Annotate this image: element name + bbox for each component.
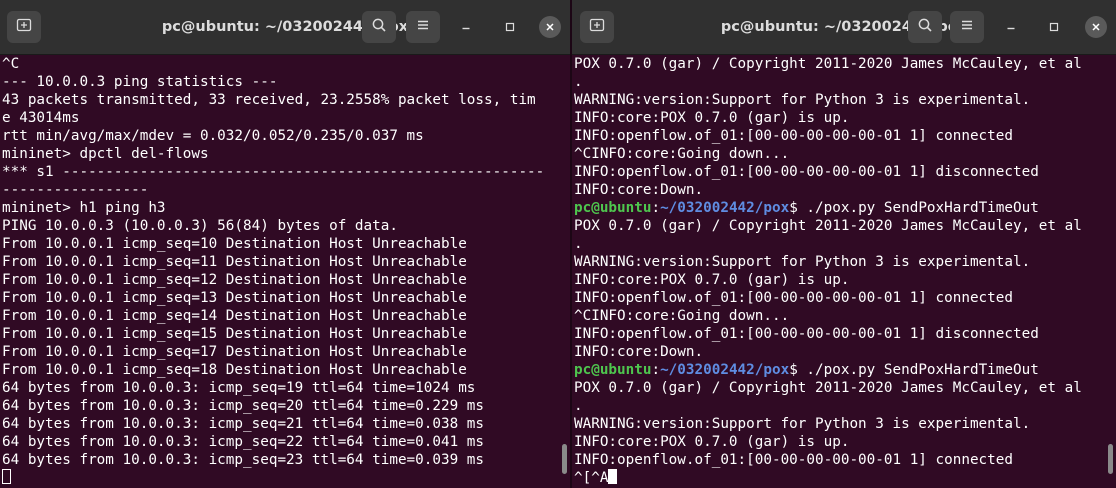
search-icon (917, 17, 933, 37)
terminal-line: *** s1 ---------------------------------… (2, 164, 545, 180)
terminal-line: 64 bytes from 10.0.0.3: icmp_seq=21 ttl=… (2, 416, 485, 432)
scrollbar-thumb[interactable] (1108, 444, 1113, 474)
close-button[interactable] (539, 16, 561, 38)
terminal-line: ^CINFO:core:Going down... (574, 308, 790, 324)
terminal-line: WARNING:version:Support for Python 3 is … (574, 92, 1031, 108)
prompt-user-host: pc@ubuntu (574, 200, 652, 216)
terminal-line: INFO:core:POX 0.7.0 (gar) is up. (574, 272, 850, 288)
minimize-icon (1005, 18, 1017, 37)
terminal-line: 64 bytes from 10.0.0.3: icmp_seq=19 ttl=… (2, 380, 476, 396)
window-title: pc@ubuntu: ~/032002442/pox (161, 19, 409, 35)
terminal-line: From 10.0.0.1 icmp_seq=14 Destination Ho… (2, 308, 467, 324)
terminal-line: From 10.0.0.1 icmp_seq=15 Destination Ho… (2, 326, 467, 342)
terminal-window-right: pc@ubuntu: ~/032002442/pox POX 0.7.0 (ga… (572, 0, 1116, 488)
scrollbar-thumb[interactable] (562, 444, 567, 474)
prompt-path: ~/032002442/pox (660, 200, 790, 216)
titlebar[interactable]: pc@ubuntu: ~/032002442/pox (0, 0, 570, 55)
terminal-line: e 43014ms (2, 110, 80, 126)
prompt-colon: : (651, 362, 661, 378)
terminal-line: . (574, 74, 583, 90)
maximize-button[interactable] (1043, 16, 1065, 38)
hamburger-menu-icon (415, 17, 431, 37)
terminal-line: INFO:core:Down. (574, 182, 704, 198)
terminal-input-line: ^[^A (574, 469, 1116, 487)
terminal-line: INFO:openflow.of_01:[00-00-00-00-00-01 1… (574, 290, 1013, 306)
terminal-line: mininet> dpctl del-flows (2, 146, 209, 162)
prompt-line: pc@ubuntu:~/032002442/pox$ ./pox.py Send… (574, 199, 1116, 217)
text-cursor (608, 469, 618, 484)
terminal-line: From 10.0.0.1 icmp_seq=11 Destination Ho… (2, 254, 467, 270)
prompt-colon: : (651, 200, 661, 216)
terminal-line: INFO:core:Down. (574, 344, 704, 360)
terminal-line: ^C (2, 56, 20, 72)
terminal-line: From 10.0.0.1 icmp_seq=12 Destination Ho… (2, 272, 467, 288)
terminal-line: PING 10.0.0.3 (10.0.0.3) 56(84) bytes of… (2, 218, 398, 234)
prompt-line: pc@ubuntu:~/032002442/pox$ ./pox.py Send… (574, 361, 1116, 379)
window-title: pc@ubuntu: ~/032002442/pox (720, 19, 968, 35)
terminal-line: INFO:core:POX 0.7.0 (gar) is up. (574, 110, 850, 126)
terminal-line: WARNING:version:Support for Python 3 is … (574, 254, 1031, 270)
search-icon (371, 17, 387, 37)
terminal-line: INFO:openflow.of_01:[00-00-00-00-00-01 1… (574, 164, 1039, 180)
prompt-command: ./pox.py SendPoxHardTimeOut (806, 200, 1039, 216)
minimize-icon (460, 18, 472, 37)
terminal-line (2, 469, 570, 487)
terminal-line: 64 bytes from 10.0.0.3: icmp_seq=20 ttl=… (2, 398, 485, 414)
terminal-line: WARNING:version:Support for Python 3 is … (574, 416, 1031, 432)
close-icon (1090, 18, 1102, 37)
terminal-line: 64 bytes from 10.0.0.3: icmp_seq=22 ttl=… (2, 434, 485, 450)
maximize-icon (1048, 18, 1060, 37)
typed-input: ^[^A (574, 470, 609, 486)
maximize-icon (504, 18, 516, 37)
search-button[interactable] (362, 11, 396, 43)
terminal-line: rtt min/avg/max/mdev = 0.032/0.052/0.235… (2, 128, 424, 144)
terminal-line: POX 0.7.0 (gar) / Copyright 2011-2020 Ja… (574, 218, 1082, 234)
terminal-line: POX 0.7.0 (gar) / Copyright 2011-2020 Ja… (574, 380, 1082, 396)
prompt-dollar: $ (789, 200, 807, 216)
hamburger-menu-icon (959, 17, 975, 37)
terminal-line: --- 10.0.0.3 ping statistics --- (2, 74, 278, 90)
prompt-command: ./pox.py SendPoxHardTimeOut (806, 362, 1039, 378)
terminal-line: 64 bytes from 10.0.0.3: icmp_seq=23 ttl=… (2, 452, 485, 468)
terminal-line: . (574, 236, 583, 252)
terminal-output[interactable]: ^C --- 10.0.0.3 ping statistics --- 43 pac… (0, 55, 570, 488)
terminal-output[interactable]: POX 0.7.0 (gar) / Copyright 2011-2020 Ja… (572, 55, 1116, 488)
text-cursor (2, 469, 11, 484)
terminal-line: mininet> h1 ping h3 (2, 200, 166, 216)
prompt-dollar: $ (789, 362, 807, 378)
terminal-line: From 10.0.0.1 icmp_seq=13 Destination Ho… (2, 290, 467, 306)
terminal-line: INFO:openflow.of_01:[00-00-00-00-00-01 1… (574, 452, 1013, 468)
terminal-line: 43 packets transmitted, 33 received, 23.… (2, 92, 536, 108)
terminal-window-left: pc@ubuntu: ~/032002442/pox ^C --- 10.0.0… (0, 0, 570, 488)
terminal-line: INFO:openflow.of_01:[00-00-00-00-00-01 1… (574, 128, 1013, 144)
menu-button[interactable] (406, 11, 440, 43)
terminal-line: INFO:core:POX 0.7.0 (gar) is up. (574, 434, 850, 450)
maximize-button[interactable] (499, 16, 521, 38)
terminal-line: From 10.0.0.1 icmp_seq=10 Destination Ho… (2, 236, 467, 252)
prompt-path: ~/032002442/pox (660, 362, 790, 378)
close-icon (544, 18, 556, 37)
terminal-line: ^CINFO:core:Going down... (574, 146, 790, 162)
minimize-button[interactable] (455, 16, 477, 38)
search-button[interactable] (908, 11, 942, 43)
terminal-line: POX 0.7.0 (gar) / Copyright 2011-2020 Ja… (574, 56, 1082, 72)
close-button[interactable] (1085, 16, 1107, 38)
terminal-line: ----------------- (2, 182, 149, 198)
terminal-line: From 10.0.0.1 icmp_seq=18 Destination Ho… (2, 362, 467, 378)
titlebar[interactable]: pc@ubuntu: ~/032002442/pox (572, 0, 1116, 55)
prompt-user-host: pc@ubuntu (574, 362, 652, 378)
terminal-line: INFO:openflow.of_01:[00-00-00-00-00-01 1… (574, 326, 1039, 342)
terminal-line: . (574, 398, 583, 414)
terminal-line: From 10.0.0.1 icmp_seq=17 Destination Ho… (2, 344, 467, 360)
menu-button[interactable] (950, 11, 984, 43)
minimize-button[interactable] (1000, 16, 1022, 38)
